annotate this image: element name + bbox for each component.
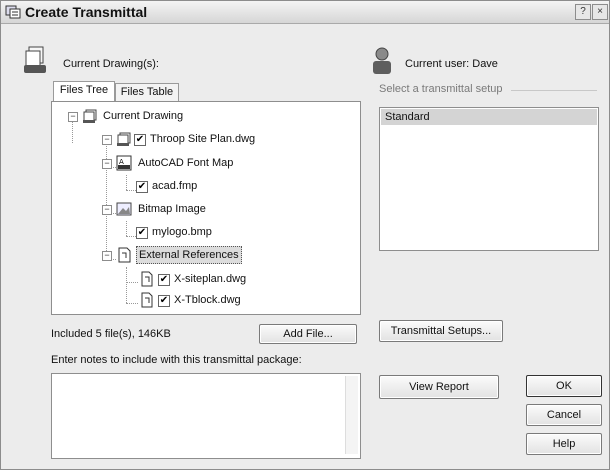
xref-page-icon: [141, 292, 153, 308]
current-user-label: Current user: Dave: [405, 58, 498, 70]
notes-textarea[interactable]: [51, 373, 361, 459]
view-report-button[interactable]: View Report: [379, 375, 499, 399]
tree-node-xref2[interactable]: X-Tblock.dwg: [174, 292, 241, 308]
tree-node-xrefs[interactable]: External References: [136, 246, 242, 264]
notes-scrollbar[interactable]: [345, 376, 358, 454]
drawing-file-icon: [117, 132, 131, 146]
close-title-button[interactable]: ×: [592, 4, 608, 20]
dialog-title: Create Transmittal: [25, 4, 148, 20]
collapse-font-map-toggle[interactable]: −: [102, 159, 112, 169]
tab-files-table[interactable]: Files Table: [115, 83, 179, 101]
help-title-button[interactable]: ?: [575, 4, 591, 20]
setup-item-standard[interactable]: Standard: [381, 109, 597, 125]
notes-label: Enter notes to include with this transmi…: [51, 354, 302, 366]
mylogo-checkbox[interactable]: ✔: [136, 227, 148, 239]
collapse-root-toggle[interactable]: −: [68, 112, 78, 122]
transmittal-setup-list[interactable]: Standard: [379, 107, 599, 251]
collapse-drawing-toggle[interactable]: −: [102, 135, 112, 145]
drawings-stack-icon: [24, 46, 46, 73]
tree-node-drawing[interactable]: Throop Site Plan.dwg: [150, 131, 255, 147]
bitmap-image-icon: [116, 202, 132, 216]
drawings-stack-icon: [83, 109, 97, 123]
xref-page-icon: [141, 271, 153, 287]
drawing-checkbox[interactable]: ✔: [134, 134, 146, 146]
collapse-bitmap-toggle[interactable]: −: [102, 205, 112, 215]
tree-node-xref1[interactable]: X-siteplan.dwg: [174, 271, 246, 287]
tree-node-font-map[interactable]: AutoCAD Font Map: [138, 155, 233, 171]
tree-node-acad-fmp[interactable]: acad.fmp: [152, 178, 197, 194]
xref-page-icon: [118, 247, 131, 263]
transmittal-icon: [5, 5, 21, 19]
title-bar: Create Transmittal ? ×: [1, 1, 609, 24]
add-file-button[interactable]: Add File...: [259, 324, 357, 344]
tree-node-mylogo[interactable]: mylogo.bmp: [152, 224, 212, 240]
xref2-checkbox[interactable]: ✔: [158, 295, 170, 307]
select-setup-label: Select a transmittal setup: [379, 83, 503, 95]
help-button[interactable]: Help: [526, 433, 602, 455]
xref1-checkbox[interactable]: ✔: [158, 274, 170, 286]
tab-files-tree[interactable]: Files Tree: [53, 81, 115, 101]
tree-node-bitmap[interactable]: Bitmap Image: [138, 201, 206, 217]
collapse-xrefs-toggle[interactable]: −: [102, 251, 112, 261]
acad-fmp-checkbox[interactable]: ✔: [136, 181, 148, 193]
select-setup-divider: [511, 90, 597, 91]
files-tree: − Current Drawing − ✔ Throop Site Plan.d…: [51, 101, 361, 315]
user-icon: [373, 47, 391, 74]
current-drawings-label: Current Drawing(s):: [63, 58, 159, 70]
ok-button[interactable]: OK: [526, 375, 602, 397]
create-transmittal-dialog: Create Transmittal ? × Current Drawing(s…: [0, 0, 610, 470]
transmittal-setups-button[interactable]: Transmittal Setups...: [379, 320, 503, 342]
svg-text:A: A: [119, 158, 124, 166]
font-map-icon: A: [116, 155, 132, 171]
cancel-button[interactable]: Cancel: [526, 404, 602, 426]
setup-item-label: Standard: [385, 111, 430, 123]
included-files-status: Included 5 file(s), 146KB: [51, 328, 171, 340]
tree-node-current-drawing[interactable]: Current Drawing: [103, 108, 183, 124]
